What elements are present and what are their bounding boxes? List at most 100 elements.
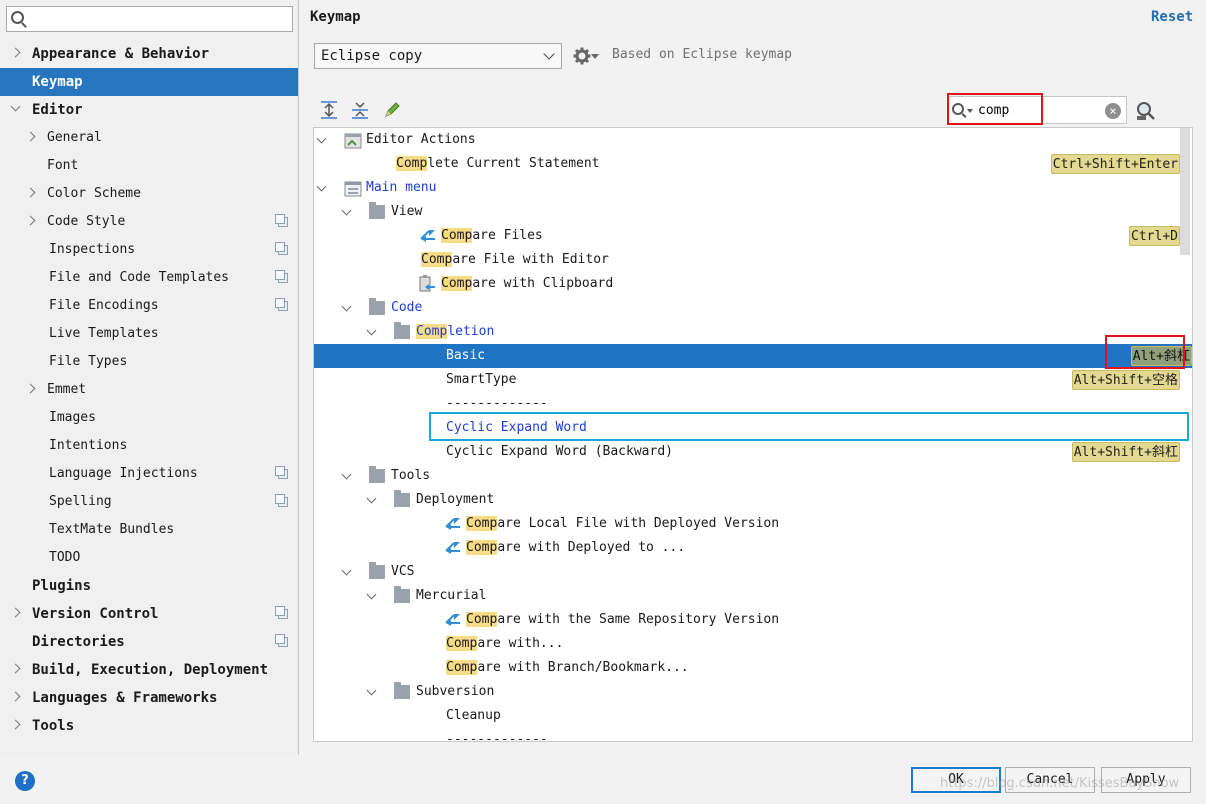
- sidebar-item-version-control[interactable]: Version Control: [0, 600, 298, 628]
- reset-link[interactable]: Reset: [1151, 9, 1193, 25]
- chevron-down-icon[interactable]: [341, 205, 352, 216]
- chevron-down-icon[interactable]: [366, 493, 377, 504]
- keymap-search-field[interactable]: ×: [947, 96, 1127, 124]
- tree-row[interactable]: Subversion: [314, 680, 1180, 704]
- shortcut-badge: Alt+Shift+空格: [1071, 370, 1180, 390]
- chevron-down-icon[interactable]: [341, 565, 352, 576]
- sidebar-item-language-injections[interactable]: Language Injections: [0, 460, 298, 488]
- apply-button[interactable]: Apply: [1101, 767, 1191, 793]
- tree-row[interactable]: -------------: [314, 728, 1180, 741]
- tree-row[interactable]: Editor Actions: [314, 128, 1180, 152]
- chevron-right-icon[interactable]: [25, 215, 36, 226]
- sidebar-item-images[interactable]: Images: [0, 404, 298, 432]
- tree-row[interactable]: Compare with Clipboard: [314, 272, 1180, 296]
- tree-row[interactable]: Compare with Deployed to ...: [314, 536, 1180, 560]
- tree-row[interactable]: VCS: [314, 560, 1180, 584]
- sidebar-item-file-and-code-templates[interactable]: File and Code Templates: [0, 264, 298, 292]
- sidebar-item-general[interactable]: General: [0, 124, 298, 152]
- chevron-down-icon[interactable]: [341, 469, 352, 480]
- collapse-all-button[interactable]: [350, 100, 370, 120]
- sidebar-item-keymap[interactable]: Keymap: [0, 68, 298, 96]
- sidebar-item-build-execution-deployment[interactable]: Build, Execution, Deployment: [0, 656, 298, 684]
- sidebar-item-appearance-behavior[interactable]: Appearance & Behavior: [0, 40, 298, 68]
- tree-row[interactable]: Deployment: [314, 488, 1180, 512]
- tree-row-label: Complete Current Statement: [396, 152, 600, 176]
- sidebar-item-inspections[interactable]: Inspections: [0, 236, 298, 264]
- search-icon: [952, 103, 964, 115]
- chevron-right-icon[interactable]: [10, 691, 21, 702]
- tree-row[interactable]: Basic Alt+斜杠: [314, 344, 1192, 368]
- keymap-select[interactable]: Eclipse copy: [314, 43, 562, 69]
- tree-row[interactable]: Code: [314, 296, 1180, 320]
- tree-row[interactable]: Compare with...: [314, 632, 1180, 656]
- sidebar-item-color-scheme[interactable]: Color Scheme: [0, 180, 298, 208]
- sidebar-item-code-style[interactable]: Code Style: [0, 208, 298, 236]
- sidebar-item-label: Directories: [32, 634, 125, 650]
- chevron-down-icon[interactable]: [366, 685, 377, 696]
- folder-icon: [369, 202, 385, 219]
- sidebar-item-live-templates[interactable]: Live Templates: [0, 320, 298, 348]
- sidebar-item-plugins[interactable]: Plugins: [0, 572, 298, 600]
- tree-row[interactable]: -------------: [314, 392, 1180, 416]
- expand-all-button[interactable]: [319, 100, 339, 120]
- tree-row[interactable]: View: [314, 200, 1180, 224]
- chevron-down-icon[interactable]: [10, 101, 21, 112]
- chevron-right-icon[interactable]: [25, 131, 36, 142]
- chevron-right-icon[interactable]: [10, 47, 21, 58]
- sidebar-item-todo[interactable]: TODO: [0, 544, 298, 572]
- tree-row[interactable]: Compare Local File with Deployed Version: [314, 512, 1180, 536]
- sidebar-item-label: Color Scheme: [47, 186, 141, 201]
- tree-row[interactable]: Compare with the Same Repository Version: [314, 608, 1180, 632]
- sidebar-item-directories[interactable]: Directories: [0, 628, 298, 656]
- tree-row[interactable]: Compare Files Ctrl+D: [314, 224, 1180, 248]
- tree-row[interactable]: Tools: [314, 464, 1180, 488]
- tree-row[interactable]: Complete Current Statement Ctrl+Shift+Ent…: [314, 152, 1180, 176]
- tree-row[interactable]: Main menu: [314, 176, 1180, 200]
- sidebar-item-font[interactable]: Font: [0, 152, 298, 180]
- tree-row[interactable]: Mercurial: [314, 584, 1180, 608]
- sidebar-item-label: TODO: [49, 550, 81, 565]
- sidebar-item-emmet[interactable]: Emmet: [0, 376, 298, 404]
- chevron-down-icon[interactable]: [316, 181, 327, 192]
- sidebar-item-tools[interactable]: Tools: [0, 712, 298, 740]
- gear-menu-button[interactable]: [573, 45, 599, 67]
- chevron-down-icon[interactable]: [316, 133, 327, 144]
- cancel-button[interactable]: Cancel: [1005, 767, 1095, 793]
- chevron-right-icon[interactable]: [10, 719, 21, 730]
- chevron-down-icon[interactable]: [366, 589, 377, 600]
- help-button[interactable]: ?: [15, 771, 35, 791]
- find-by-shortcut-button[interactable]: [1134, 100, 1156, 122]
- keymap-search-input[interactable]: [978, 101, 1098, 119]
- tree-row[interactable]: Cleanup: [314, 704, 1180, 728]
- sidebar-item-textmate-bundles[interactable]: TextMate Bundles: [0, 516, 298, 544]
- chevron-down-icon[interactable]: [366, 325, 377, 336]
- tree-row[interactable]: SmartType Alt+Shift+空格: [314, 368, 1180, 392]
- tree-row[interactable]: Cyclic Expand Word: [314, 416, 1180, 440]
- sidebar-item-label: File Encodings: [49, 298, 159, 313]
- tree-row[interactable]: Compare with Branch/Bookmark...: [314, 656, 1180, 680]
- keymap-actions-tree[interactable]: Editor Actions Complete Current Statement…: [313, 127, 1193, 742]
- tree-row-label: Deployment: [416, 492, 495, 507]
- tree-row[interactable]: Cyclic Expand Word (Backward) Alt+Shift+斜…: [314, 440, 1180, 464]
- tree-row[interactable]: Compare File with Editor: [314, 248, 1180, 272]
- sidebar-item-label: Code Style: [47, 214, 126, 229]
- chevron-right-icon[interactable]: [10, 663, 21, 674]
- chevron-down-icon[interactable]: [341, 301, 352, 312]
- chevron-right-icon[interactable]: [25, 187, 36, 198]
- tree-scrollbar[interactable]: [1180, 128, 1190, 255]
- sidebar-item-editor[interactable]: Editor: [0, 96, 298, 124]
- sidebar-item-languages-frameworks[interactable]: Languages & Frameworks: [0, 684, 298, 712]
- ok-button[interactable]: OK: [911, 767, 1001, 793]
- sidebar-item-file-types[interactable]: File Types: [0, 348, 298, 376]
- project-scope-icon: [275, 494, 288, 507]
- edit-shortcut-button[interactable]: [382, 100, 402, 120]
- sidebar-item-spelling[interactable]: Spelling: [0, 488, 298, 516]
- sidebar-item-file-encodings[interactable]: File Encodings: [0, 292, 298, 320]
- settings-search-input[interactable]: [6, 6, 293, 32]
- chevron-right-icon[interactable]: [10, 607, 21, 618]
- chevron-right-icon[interactable]: [25, 383, 36, 394]
- sidebar-item-intentions[interactable]: Intentions: [0, 432, 298, 460]
- search-history-dropdown-icon[interactable]: [967, 109, 973, 113]
- tree-row[interactable]: Completion: [314, 320, 1180, 344]
- clear-search-icon[interactable]: ×: [1105, 103, 1121, 119]
